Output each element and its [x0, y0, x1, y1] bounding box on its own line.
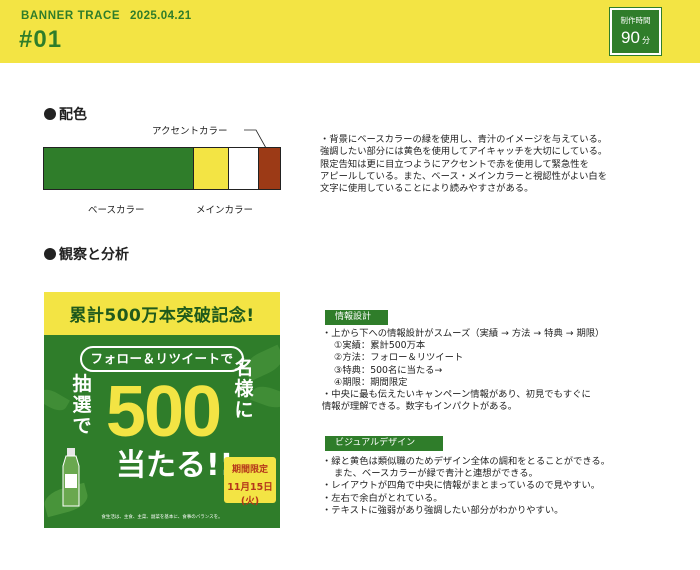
page-title: BANNER TRACE	[21, 10, 121, 22]
main-color-label: メインカラー	[196, 205, 254, 216]
juice-bottle-icon	[62, 448, 80, 507]
leaf-decoration-icon	[44, 385, 70, 415]
info-design-tag: 情報設計	[325, 310, 388, 325]
visual-note-line: ・レイアウトが四角で中央に情報がまとまっているので見やすい。	[322, 480, 601, 492]
banner-right-text: 名様に	[234, 357, 254, 421]
banner-limit-badge: 期間限定 11月15日(火)	[224, 457, 276, 507]
production-time-label: 制作時間	[620, 16, 651, 25]
color-note-line: ・背景にベースカラーの緑を使用し、青汁のイメージを与えている。	[320, 134, 608, 145]
banner-ataru-text: 当たる!!	[116, 448, 234, 483]
color-note-line: アピールしている。また、ベース・メインカラーと視認性がよい白を	[320, 170, 607, 182]
bullet-dot-icon	[44, 248, 56, 260]
accent-color-swatch	[259, 148, 280, 189]
production-time-number: 90	[621, 28, 640, 47]
banner-image: 累計500万本突破記念! フォロー＆リツイートで 抽選で 名様に 500 当たる…	[44, 292, 280, 528]
info-note-line: ・中央に最も伝えたいキャンペーン情報があり、初見でもすぐに	[322, 389, 591, 401]
banner-top-text: 累計500万本突破記念!	[69, 306, 255, 326]
accent-color-label: アクセントカラー	[152, 126, 228, 137]
banner-footer-note: 食生活は、主食、主菜、副菜を基本に、食事のバランスを。	[101, 515, 223, 520]
visual-note-line: また、ベースカラーが緑で青汁と連想ができる。	[334, 468, 538, 480]
visual-note-line: ・緑と黄色は類似職のためデザイン全体の調和をとることができる。	[322, 456, 611, 467]
main-color-swatch	[194, 148, 229, 189]
leaf-decoration-icon	[249, 382, 280, 412]
info-note-line: ②方法：フォロー＆リツイート	[334, 352, 464, 364]
trace-number: #01	[19, 26, 63, 53]
visual-note-line: ・テキストに強弱があり強調したい部分がわかりやすい。	[322, 504, 564, 516]
banner-left-text: 抽選で	[72, 373, 92, 437]
base-color-label: ベースカラー	[88, 205, 145, 216]
header-bar: BANNER TRACE 2025.04.21 #01 制作時間 90 分	[0, 0, 700, 63]
visual-note-line: ・左右で余白がとれている。	[322, 492, 443, 504]
color-notes: ・背景にベースカラーの緑を使用し、青汁のイメージを与えている。 強調したい部分に…	[320, 134, 680, 195]
visual-design-tag: ビジュアルデザイン	[325, 436, 443, 451]
analysis-section-title: 観察と分析	[44, 244, 129, 264]
bullet-dot-icon	[44, 108, 56, 120]
banner-big-number: 500	[105, 372, 222, 452]
visual-design-notes: ・緑と黄色は類似職のためデザイン全体の調和をとることができる。 また、ベースカラ…	[322, 456, 610, 517]
color-section-title: 配色	[44, 104, 87, 124]
info-note-line: 情報が理解できる。数字もインパクトがある。	[322, 401, 518, 413]
color-section-title-text: 配色	[59, 107, 87, 123]
production-time-box: 制作時間 90 分	[609, 7, 662, 56]
banner-limit-title: 期間限定	[231, 465, 268, 475]
info-note-line: ③特典：500名に当たる→	[334, 364, 443, 376]
info-note-line: ④期限：期間限定	[334, 376, 408, 388]
analysis-section-title-text: 観察と分析	[59, 247, 129, 263]
info-note-line: ①実績：累計500万本	[334, 340, 426, 352]
production-time-unit: 分	[641, 36, 650, 45]
base-color-swatch	[44, 148, 194, 189]
color-note-line: 文字に使用していることにより読みやすさがある。	[320, 183, 534, 195]
white-color-swatch	[229, 148, 259, 189]
color-note-line: 強調したい部分には黄色を使用してアイキャッチを大切にしている。	[320, 146, 608, 158]
page-date: 2025.04.21	[130, 10, 192, 22]
info-note-line: ・上から下への情報設計がスムーズ（実績 → 方法 → 特典 → 期限）	[322, 328, 605, 339]
color-palette	[43, 147, 281, 190]
info-design-notes: ・上から下への情報設計がスムーズ（実績 → 方法 → 特典 → 期限） ①実績：…	[322, 328, 604, 413]
banner-pill-text: フォロー＆リツイートで	[80, 346, 244, 372]
color-note-line: 限定告知は更に目立つようにアクセントで赤を使用して緊急性を	[320, 158, 589, 170]
banner-limit-date: 11月15日(火)	[227, 482, 273, 507]
production-time-value: 90 分	[612, 28, 659, 48]
